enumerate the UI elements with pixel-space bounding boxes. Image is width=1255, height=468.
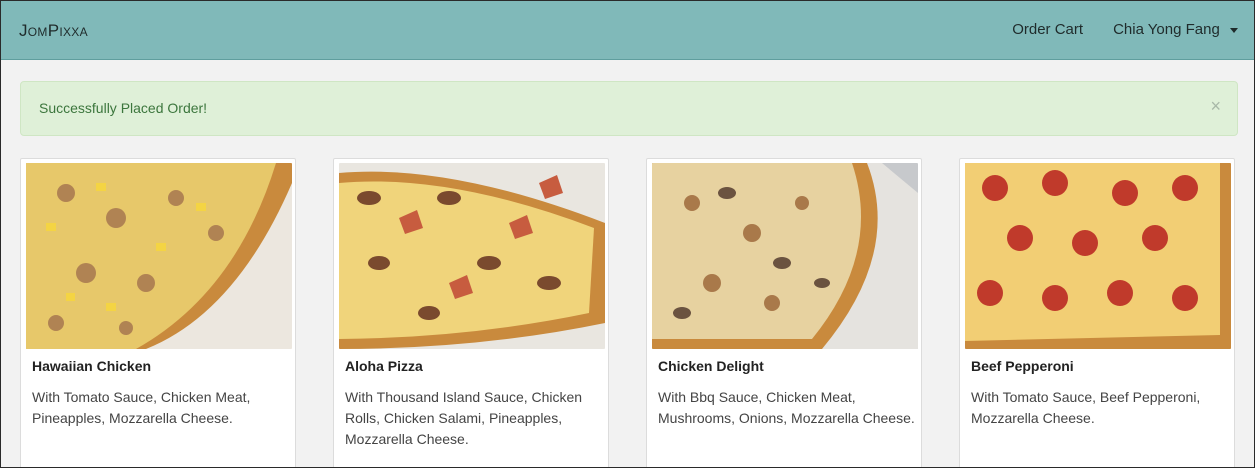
pizza-image[interactable]: [339, 163, 605, 349]
caret-down-icon: [1230, 27, 1238, 33]
product-name: Chicken Delight: [658, 358, 764, 374]
product-description: With Bbq Sauce, Chicken Meat, Mushrooms,…: [658, 389, 915, 426]
product-description: With Thousand Island Sauce, Chicken Roll…: [345, 389, 583, 447]
product-card[interactable]: Hawaiian Chicken With Tomato Sauce, Chic…: [20, 158, 296, 467]
product-name: Aloha Pizza: [345, 358, 423, 374]
close-icon[interactable]: ×: [1210, 97, 1221, 115]
brand-logo[interactable]: JomPixxa: [19, 21, 88, 41]
pizza-image[interactable]: [965, 163, 1231, 349]
user-name-label: Chia Yong Fang: [1113, 21, 1220, 38]
app-window: JomPixxa Order Cart Chia Yong Fang Succe…: [0, 0, 1255, 468]
product-card[interactable]: Beef Pepperoni With Tomato Sauce, Beef P…: [959, 158, 1235, 467]
success-alert: Successfully Placed Order! ×: [20, 81, 1238, 136]
product-description: With Tomato Sauce, Chicken Meat, Pineapp…: [32, 389, 251, 426]
top-navbar: JomPixxa Order Cart Chia Yong Fang: [1, 1, 1254, 60]
pizza-image-graphic: [339, 163, 605, 349]
pizza-image-graphic: [965, 163, 1231, 349]
navbar-right: Order Cart Chia Yong Fang: [1012, 21, 1238, 38]
product-name: Hawaiian Chicken: [32, 358, 152, 374]
product-name: Beef Pepperoni: [971, 358, 1074, 374]
user-menu-dropdown[interactable]: Chia Yong Fang: [1113, 21, 1238, 38]
order-cart-link[interactable]: Order Cart: [1012, 21, 1083, 38]
pizza-image-graphic: [652, 163, 918, 349]
pizza-image[interactable]: [26, 163, 292, 349]
product-card[interactable]: Chicken Delight With Bbq Sauce, Chicken …: [646, 158, 922, 467]
pizza-image[interactable]: [652, 163, 918, 349]
pizza-image-graphic: [26, 163, 292, 349]
alert-message: Successfully Placed Order!: [39, 100, 208, 116]
product-description: With Tomato Sauce, Beef Pepperoni, Mozza…: [971, 389, 1201, 426]
product-card[interactable]: Aloha Pizza With Thousand Island Sauce, …: [333, 158, 609, 467]
